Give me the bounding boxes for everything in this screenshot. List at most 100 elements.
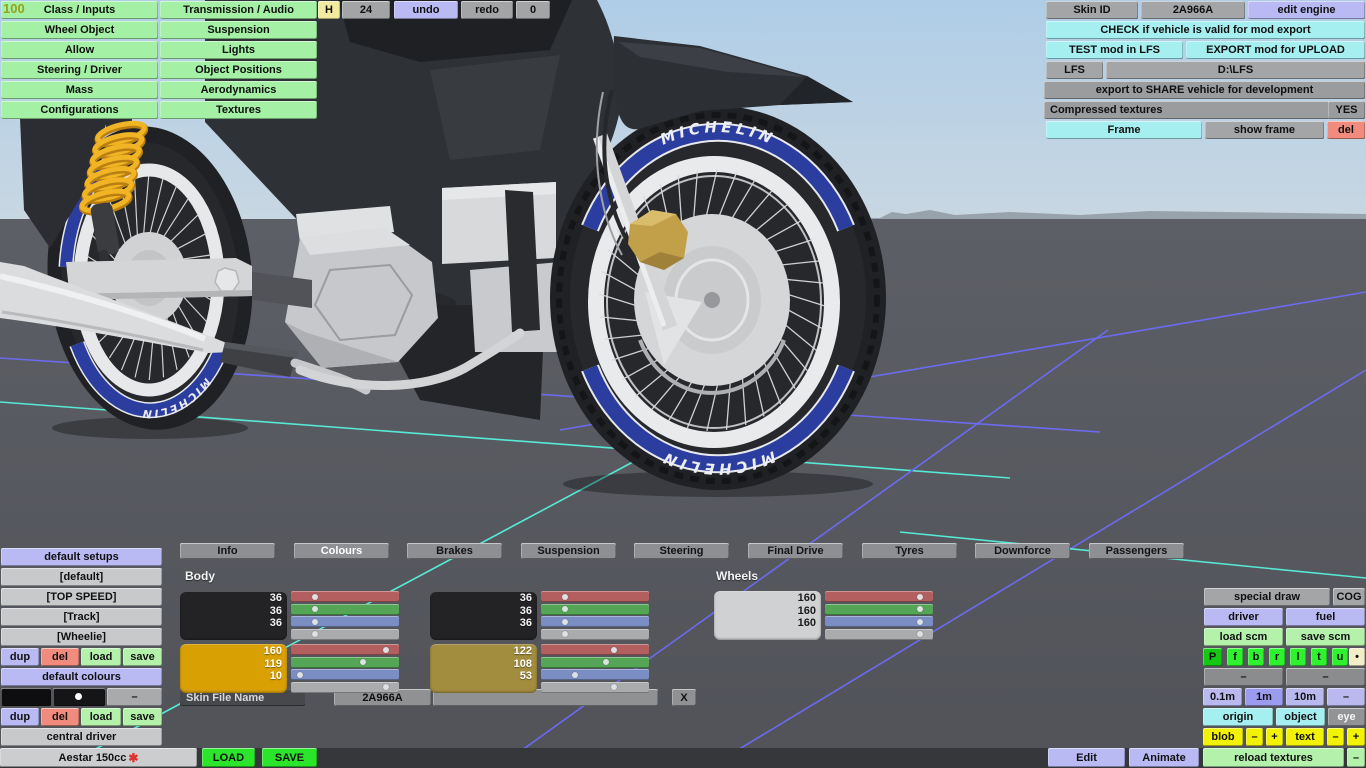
bottombar-animate-button[interactable]: Animate bbox=[1129, 748, 1199, 767]
slider-handle[interactable] bbox=[311, 606, 318, 612]
topright-check-if-vehicle-is-valid-for-mod-export-button[interactable]: CHECK if vehicle is valid for mod export bbox=[1046, 21, 1365, 39]
leftpanel-del-6[interactable]: del bbox=[41, 648, 79, 666]
topbar-0-button[interactable]: 0 bbox=[516, 1, 550, 19]
rightpanel-btn-24[interactable]: – bbox=[1246, 728, 1263, 746]
bottombar-edit-button[interactable]: Edit bbox=[1048, 748, 1125, 767]
colour-slider-red[interactable] bbox=[825, 591, 933, 602]
rightpanel-+-28[interactable]: + bbox=[1347, 728, 1365, 746]
rightpanel-1m-17[interactable]: 1m bbox=[1245, 688, 1283, 706]
menu-suspension[interactable]: Suspension bbox=[160, 21, 317, 39]
bottombar-btn-button[interactable]: – bbox=[1347, 748, 1365, 767]
rightpanel-+-25[interactable]: + bbox=[1266, 728, 1283, 746]
colour-slider-green[interactable] bbox=[291, 656, 399, 668]
default-colour-swatch-1[interactable] bbox=[1, 688, 51, 706]
rightpanel-eye-22[interactable]: eye bbox=[1328, 708, 1365, 726]
tab-tyres[interactable]: Tyres bbox=[862, 543, 957, 559]
rightpanel-fuel-3[interactable]: fuel bbox=[1286, 608, 1365, 626]
slider-handle[interactable] bbox=[917, 631, 924, 637]
menu-aerodynamics[interactable]: Aerodynamics bbox=[160, 81, 317, 99]
rightpanel-btn-14[interactable]: – bbox=[1204, 668, 1283, 686]
tab-passengers[interactable]: Passengers bbox=[1089, 543, 1184, 559]
rightpanel-btn-13[interactable]: • bbox=[1349, 648, 1365, 666]
menu-allow[interactable]: Allow bbox=[1, 41, 158, 59]
topbar-24-button[interactable]: 24 bbox=[342, 1, 390, 19]
rightpanel-driver-2[interactable]: driver bbox=[1204, 608, 1283, 626]
bottombar-save-button[interactable]: SAVE bbox=[262, 748, 317, 767]
bottombar-load-button[interactable]: LOAD bbox=[202, 748, 255, 767]
leftpanel-load-7[interactable]: load bbox=[81, 648, 121, 666]
topright-frame-button[interactable]: Frame bbox=[1046, 121, 1202, 139]
leftpanel-default-colours-9[interactable]: default colours bbox=[1, 668, 162, 686]
tab-final-drive[interactable]: Final Drive bbox=[748, 543, 843, 559]
slider-handle[interactable] bbox=[917, 606, 924, 612]
slider-handle[interactable] bbox=[917, 618, 924, 625]
rightpanel-r-9[interactable]: r bbox=[1269, 648, 1285, 666]
slider-handle[interactable] bbox=[311, 618, 318, 625]
skin-file-clear-button[interactable]: X bbox=[672, 689, 696, 706]
colour-slider-red[interactable] bbox=[291, 644, 399, 655]
menu-textures[interactable]: Textures bbox=[160, 101, 317, 119]
rightpanel-blob-23[interactable]: blob bbox=[1203, 728, 1243, 746]
leftpanel-default-1[interactable]: [default] bbox=[1, 568, 162, 586]
rightpanel-l-10[interactable]: l bbox=[1290, 648, 1306, 666]
menu-lights[interactable]: Lights bbox=[160, 41, 317, 59]
topright-del-button[interactable]: del bbox=[1327, 121, 1365, 139]
tab-info[interactable]: Info bbox=[180, 543, 275, 559]
tab-brakes[interactable]: Brakes bbox=[407, 543, 502, 559]
leftpanel-dup-10[interactable]: dup bbox=[1, 708, 39, 726]
colour-slider-green[interactable] bbox=[541, 603, 649, 615]
topbar-h-button[interactable]: H bbox=[318, 1, 340, 19]
vehicle-name-button[interactable]: Aestar 150cc ✱ bbox=[0, 748, 197, 767]
slider-handle[interactable] bbox=[561, 593, 568, 600]
leftpanel-track-3[interactable]: [Track] bbox=[1, 608, 162, 626]
colour-slider-red[interactable] bbox=[291, 591, 399, 602]
leftpanel-wheelie-4[interactable]: [Wheelie] bbox=[1, 628, 162, 646]
slider-handle[interactable] bbox=[611, 684, 618, 690]
menu-wheel-object[interactable]: Wheel Object bbox=[1, 21, 158, 39]
default-colour-minus-button[interactable]: – bbox=[107, 688, 162, 706]
rightpanel-b-8[interactable]: b bbox=[1248, 648, 1264, 666]
tab-colours[interactable]: Colours bbox=[294, 543, 389, 559]
leftpanel-load-12[interactable]: load bbox=[81, 708, 121, 726]
leftpanel-default-setups-0[interactable]: default setups bbox=[1, 548, 162, 566]
rightpanel-save-scm-5[interactable]: save scm bbox=[1286, 628, 1365, 646]
menu-object-positions[interactable]: Object Positions bbox=[160, 61, 317, 79]
topright-lfs-button[interactable]: LFS bbox=[1046, 61, 1103, 79]
colour-slider-red[interactable] bbox=[541, 644, 649, 655]
leftpanel-save-8[interactable]: save bbox=[123, 648, 162, 666]
leftpanel-central-driver-14[interactable]: central driver bbox=[1, 728, 162, 746]
tab-downforce[interactable]: Downforce bbox=[975, 543, 1070, 559]
colour-swatch[interactable]: 36 36 36 bbox=[180, 591, 287, 640]
colour-slider-brightness[interactable] bbox=[291, 681, 399, 693]
topright-compressed-textures-button[interactable]: Compressed textures bbox=[1044, 101, 1331, 119]
slider-handle[interactable] bbox=[561, 631, 568, 637]
rightpanel-origin-20[interactable]: origin bbox=[1203, 708, 1273, 726]
tab-suspension[interactable]: Suspension bbox=[521, 543, 616, 559]
rightpanel-10m-18[interactable]: 10m bbox=[1286, 688, 1324, 706]
rightpanel-p-6[interactable]: P bbox=[1203, 648, 1222, 666]
colour-slider-blue[interactable] bbox=[825, 616, 933, 627]
rightpanel-object-21[interactable]: object bbox=[1276, 708, 1325, 726]
colour-slider-brightness[interactable] bbox=[291, 628, 399, 640]
topright-edit-engine-button[interactable]: edit engine bbox=[1248, 1, 1365, 19]
leftpanel-dup-5[interactable]: dup bbox=[1, 648, 39, 666]
topright-export-to-share-vehicle-for-development-button[interactable]: export to SHARE vehicle for development bbox=[1044, 81, 1365, 99]
rightpanel-t-11[interactable]: t bbox=[1311, 648, 1327, 666]
colour-slider-blue[interactable] bbox=[291, 616, 399, 627]
tab-steering[interactable]: Steering bbox=[634, 543, 729, 559]
colour-slider-blue[interactable] bbox=[291, 669, 399, 680]
rightpanel-u-12[interactable]: u bbox=[1332, 648, 1348, 666]
colour-slider-green[interactable] bbox=[291, 603, 399, 615]
colour-slider-green[interactable] bbox=[825, 603, 933, 615]
colour-slider-brightness[interactable] bbox=[541, 681, 649, 693]
topright-test-mod-in-lfs-button[interactable]: TEST mod in LFS bbox=[1046, 41, 1183, 59]
topright-yes-button[interactable]: YES bbox=[1328, 101, 1365, 119]
topbar-redo-button[interactable]: redo bbox=[461, 1, 513, 19]
colour-swatch[interactable]: 160 119 10 bbox=[180, 644, 287, 693]
colour-slider-blue[interactable] bbox=[541, 616, 649, 627]
rightpanel-btn-15[interactable]: – bbox=[1286, 668, 1365, 686]
menu-mass[interactable]: Mass bbox=[1, 81, 158, 99]
leftpanel-save-13[interactable]: save bbox=[123, 708, 162, 726]
colour-slider-brightness[interactable] bbox=[541, 628, 649, 640]
colour-swatch[interactable]: 122 108 53 bbox=[430, 644, 537, 693]
